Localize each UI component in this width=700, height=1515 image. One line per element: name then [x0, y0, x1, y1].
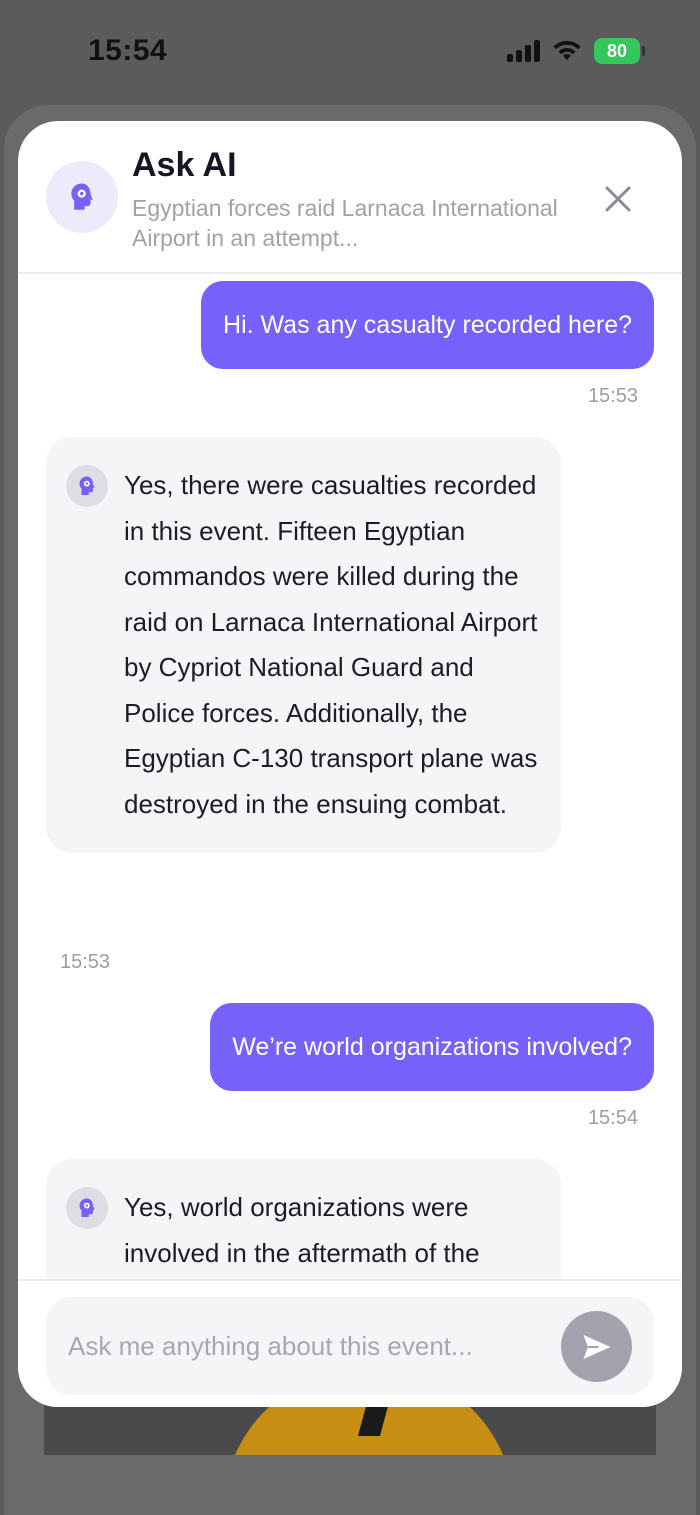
- chat-input-bar: [18, 1279, 682, 1407]
- battery-level: 80: [606, 40, 628, 61]
- message-text: We’re world organizations involved?: [232, 1032, 632, 1061]
- modal-header: Ask AI Egyptian forces raid Larnaca Inte…: [18, 121, 682, 274]
- ai-message-avatar: [66, 1187, 108, 1229]
- message-timestamp: 15:53: [587, 385, 638, 407]
- status-icons: 80: [507, 38, 645, 64]
- chat-messages: Hi. Was any casualty recorded here? 15:5…: [18, 274, 682, 1279]
- ai-avatar: [46, 161, 118, 233]
- message-timestamp: 15:54: [587, 1107, 638, 1129]
- ask-ai-modal: Ask AI Egyptian forces raid Larnaca Inte…: [18, 121, 682, 1407]
- ai-head-gear-icon: [79, 1198, 95, 1217]
- ai-head-gear-icon: [71, 183, 93, 210]
- ai-message-avatar: [66, 465, 108, 507]
- background-image: [44, 1400, 656, 1455]
- message-text: Yes, there were casualties recorded in t…: [124, 470, 538, 819]
- ai-message: Yes, there were casualties recorded in t…: [46, 437, 561, 853]
- cellular-signal-icon: [507, 40, 540, 62]
- close-icon: [605, 186, 631, 212]
- phone-screen: 15:54 80 Ask AI Egyptian forces raid Lar…: [0, 0, 700, 1515]
- event-subtitle: Egyptian forces raid Larnaca Internation…: [132, 195, 558, 251]
- user-message: We’re world organizations involved?: [210, 1003, 654, 1091]
- status-time: 15:54: [88, 34, 168, 67]
- message-text: Yes, world organizations were involved i…: [124, 1192, 480, 1268]
- wifi-icon: [553, 40, 581, 60]
- send-button[interactable]: [561, 1311, 632, 1382]
- modal-title: Ask AI: [132, 146, 237, 184]
- message-timestamp: 15:53: [60, 951, 111, 973]
- send-icon: [583, 1334, 610, 1359]
- message-text: Hi. Was any casualty recorded here?: [223, 310, 632, 339]
- battery-indicator: 80: [594, 38, 645, 64]
- close-button[interactable]: [598, 179, 638, 219]
- status-bar: 15:54 80: [0, 0, 700, 100]
- user-message: Hi. Was any casualty recorded here?: [201, 281, 654, 369]
- ai-head-gear-icon: [79, 476, 95, 495]
- ai-message: Yes, world organizations were involved i…: [46, 1159, 561, 1279]
